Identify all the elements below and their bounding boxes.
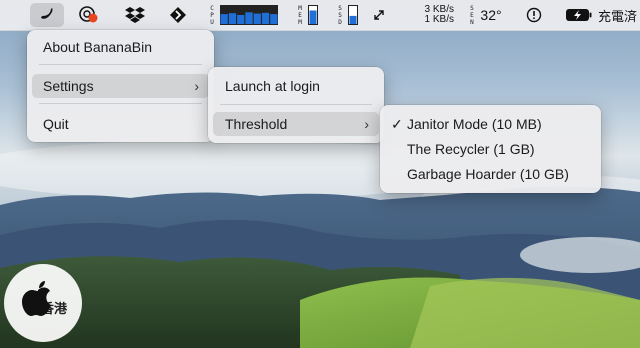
menu-separator xyxy=(39,64,202,65)
input-method-indicator[interactable]: 充電済 xyxy=(598,3,640,27)
menu-item-launch-at-login[interactable]: Launch at login xyxy=(213,74,379,98)
ssd-fill xyxy=(349,15,356,24)
app-with-red-dot-icon[interactable] xyxy=(76,3,102,27)
menu-item-settings-label: Settings xyxy=(43,78,94,94)
cpu-bar xyxy=(253,13,261,24)
menu-bar: CPU MEM SSD 3 KB/s 1 KB/s SEN 32° 充電済 xyxy=(0,0,640,31)
menu-separator xyxy=(220,104,372,105)
threshold-submenu: ✓ Janitor Mode (10 MB) The Recycler (1 G… xyxy=(380,105,601,193)
menu-item-settings[interactable]: Settings › xyxy=(32,74,209,98)
ssd-label: SSD xyxy=(336,4,344,26)
threshold-option-label: Janitor Mode (10 MB) xyxy=(407,116,542,132)
arrows-icon[interactable] xyxy=(370,3,388,27)
shortcut-arrow-icon[interactable] xyxy=(166,3,190,27)
cpu-meter[interactable]: CPU xyxy=(206,3,280,27)
battery-icon[interactable] xyxy=(562,3,596,27)
threshold-option-label: The Recycler (1 GB) xyxy=(407,141,535,157)
mem-fill xyxy=(309,10,316,24)
apple-logo-icon xyxy=(22,281,51,316)
ssd-bar xyxy=(347,5,358,25)
temperature-value: 32° xyxy=(480,7,502,23)
memory-meter[interactable]: MEM xyxy=(292,3,322,27)
cpu-bar xyxy=(220,14,228,24)
threshold-option-hoarder[interactable]: Garbage Hoarder (10 GB) xyxy=(385,162,596,186)
cpu-bar xyxy=(269,14,277,24)
threshold-option-label: Garbage Hoarder (10 GB) xyxy=(407,166,569,182)
net-download: 1 KB/s xyxy=(424,14,454,25)
menu-item-quit-label: Quit xyxy=(43,116,69,132)
dropbox-icon[interactable] xyxy=(122,3,148,27)
input-method-label: 充電済 xyxy=(598,8,638,24)
cpu-bar xyxy=(236,15,244,24)
cpu-bar xyxy=(244,12,253,24)
menu-item-threshold-label: Threshold xyxy=(225,116,288,132)
app-menu: About BananaBin Settings › Quit xyxy=(27,30,214,142)
threshold-option-recycler[interactable]: The Recycler (1 GB) xyxy=(385,137,596,161)
ssd-meter[interactable]: SSD xyxy=(332,3,362,27)
sen-label: SEN xyxy=(468,4,476,26)
chevron-right-icon: › xyxy=(364,116,369,132)
cpu-bar xyxy=(261,12,269,24)
menu-separator xyxy=(39,103,202,104)
menu-item-quit[interactable]: Quit xyxy=(32,112,209,136)
banana-icon[interactable] xyxy=(30,3,64,27)
cpu-bar xyxy=(228,13,236,24)
memory-bar xyxy=(307,5,318,25)
menu-item-about[interactable]: About BananaBin xyxy=(32,35,209,59)
sensor-icon[interactable]: SEN 32° xyxy=(462,3,508,27)
watermark-logo: 香港 xyxy=(4,264,82,342)
mem-label: MEM xyxy=(296,4,304,26)
checkmark-icon: ✓ xyxy=(391,115,403,132)
settings-submenu: Launch at login Threshold › xyxy=(208,67,384,143)
clock-warning-icon[interactable] xyxy=(522,3,546,27)
menu-item-about-label: About BananaBin xyxy=(43,39,152,55)
network-speed[interactable]: 3 KB/s 1 KB/s xyxy=(404,3,454,27)
menu-item-launch-at-login-label: Launch at login xyxy=(225,78,320,94)
cpu-graph xyxy=(219,5,278,25)
chevron-right-icon: › xyxy=(194,78,199,94)
threshold-option-janitor[interactable]: ✓ Janitor Mode (10 MB) xyxy=(385,112,596,136)
cpu-label: CPU xyxy=(208,4,216,26)
menu-item-threshold[interactable]: Threshold › xyxy=(213,112,379,136)
